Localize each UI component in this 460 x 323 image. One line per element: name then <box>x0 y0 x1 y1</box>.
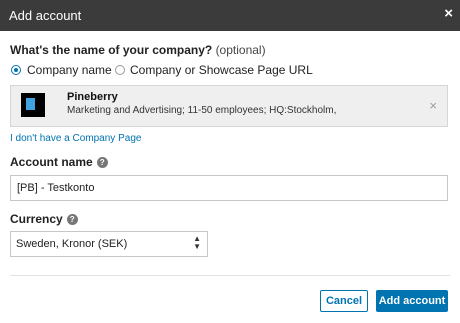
company-question-text: What's the name of your company? <box>10 43 213 57</box>
currency-label-text: Currency <box>10 212 63 226</box>
selected-company-card: Pineberry Marketing and Advertising; 11-… <box>10 85 448 127</box>
remove-company-icon[interactable]: × <box>429 98 437 113</box>
radio-company-url-label[interactable]: Company or Showcase Page URL <box>130 63 313 77</box>
no-company-page-link[interactable]: I don't have a Company Page <box>10 133 141 144</box>
company-question: What's the name of your company? (option… <box>10 43 266 57</box>
radio-company-name-label[interactable]: Company name <box>27 63 112 77</box>
help-icon[interactable]: ? <box>66 214 78 225</box>
help-icon[interactable]: ? <box>96 157 108 168</box>
dialog-title: Add account <box>9 8 82 23</box>
radio-company-name[interactable] <box>11 65 21 75</box>
currency-select[interactable]: Sweden, Kronor (SEK) ▲ ▼ <box>10 231 208 257</box>
company-description: Marketing and Advertising; 11-50 employe… <box>67 105 337 116</box>
select-arrows-icon: ▲ ▼ <box>193 234 201 251</box>
currency-label: Currency? <box>10 212 78 226</box>
close-icon[interactable]: × <box>444 6 453 21</box>
dialog-titlebar: Add account × <box>0 0 460 31</box>
account-name-label-text: Account name <box>10 155 93 169</box>
pineberry-logo-icon <box>21 93 45 117</box>
cancel-button[interactable]: Cancel <box>320 290 368 312</box>
add-account-button[interactable]: Add account <box>376 290 448 312</box>
divider <box>10 275 450 276</box>
optional-text: (optional) <box>215 43 266 57</box>
radio-company-url[interactable] <box>115 65 125 75</box>
account-name-input[interactable] <box>10 175 448 201</box>
company-name: Pineberry <box>67 91 118 103</box>
account-name-label: Account name? <box>10 155 108 169</box>
currency-selected-value: Sweden, Kronor (SEK) <box>16 238 128 250</box>
